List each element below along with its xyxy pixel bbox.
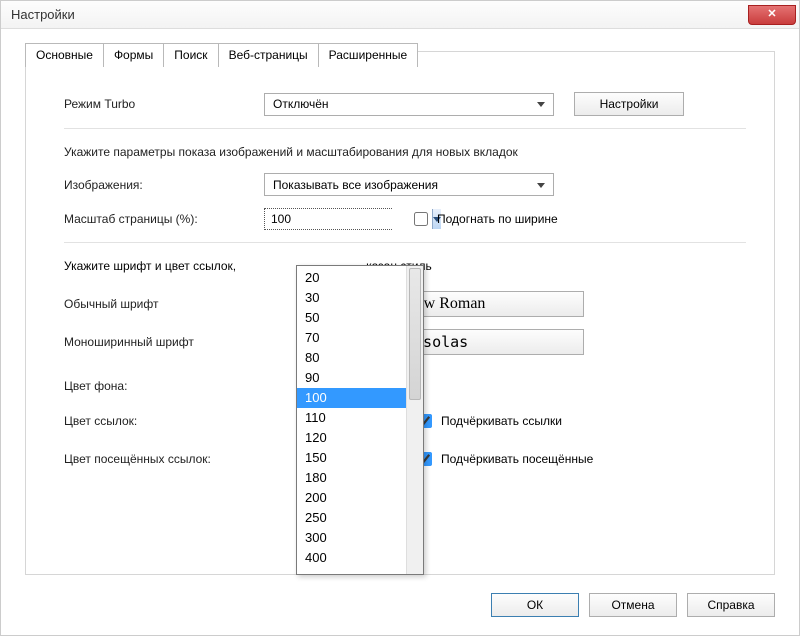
ok-button[interactable]: ОК — [491, 593, 579, 617]
fonts-note: Укажите шрифт и цвет ссылок, — [64, 259, 236, 273]
scrollbar[interactable] — [406, 266, 423, 574]
divider — [64, 128, 746, 129]
close-icon: ✕ — [767, 9, 776, 20]
underline-visited-label: Подчёркивать посещённые — [441, 452, 593, 466]
images-select[interactable]: Показывать все изображения — [264, 173, 554, 196]
underline-links-label: Подчёркивать ссылки — [441, 414, 562, 428]
images-note: Укажите параметры показа изображений и м… — [64, 145, 746, 159]
underline-visited-checkbox[interactable]: Подчёркивать посещённые — [414, 449, 593, 469]
settings-window: Настройки ✕ Основные Формы Поиск Веб-стр… — [0, 0, 800, 636]
close-button[interactable]: ✕ — [748, 5, 796, 25]
zoom-option[interactable]: 120 — [297, 428, 406, 448]
tab-main[interactable]: Основные — [25, 43, 104, 67]
fit-width-label: Подогнать по ширине — [437, 212, 558, 226]
tab-webpages[interactable]: Веб-страницы — [218, 43, 319, 67]
zoom-option-selected[interactable]: 100 — [297, 388, 406, 408]
images-label: Изображения: — [64, 178, 264, 192]
images-value: Показывать все изображения — [273, 178, 438, 192]
turbo-label: Режим Turbo — [64, 97, 264, 111]
zoom-option[interactable]: 300 — [297, 528, 406, 548]
titlebar: Настройки ✕ — [1, 1, 799, 29]
window-title: Настройки — [11, 7, 75, 22]
zoom-option[interactable]: 150 — [297, 448, 406, 468]
underline-links-checkbox[interactable]: Подчёркивать ссылки — [414, 411, 562, 431]
zoom-option[interactable]: 20 — [297, 268, 406, 288]
zoom-option[interactable]: 400 — [297, 548, 406, 568]
zoom-option[interactable]: 50 — [297, 308, 406, 328]
mono-font-label: Моноширинный шрифт — [64, 335, 264, 349]
fit-width-input[interactable] — [414, 212, 428, 226]
bg-color-label: Цвет фона: — [64, 379, 264, 393]
visited-color-label: Цвет посещённых ссылок: — [64, 452, 284, 466]
links-color-label: Цвет ссылок: — [64, 414, 264, 428]
zoom-option[interactable]: 180 — [297, 468, 406, 488]
tab-advanced[interactable]: Расширенные — [318, 43, 419, 67]
zoom-input[interactable] — [265, 209, 432, 229]
zoom-option[interactable]: 30 — [297, 288, 406, 308]
scrollbar-thumb[interactable] — [409, 268, 421, 400]
zoom-option[interactable]: 110 — [297, 408, 406, 428]
divider — [64, 242, 746, 243]
chevron-down-icon — [533, 174, 549, 195]
chevron-down-icon — [533, 94, 549, 115]
zoom-option[interactable]: 70 — [297, 328, 406, 348]
tab-search[interactable]: Поиск — [163, 43, 218, 67]
dialog-buttons: ОК Отмена Справка — [491, 593, 775, 617]
zoom-option[interactable]: 80 — [297, 348, 406, 368]
zoom-options: 20 30 50 70 80 90 100 110 120 150 180 20… — [297, 266, 406, 574]
fit-width-checkbox[interactable]: Подогнать по ширине — [410, 209, 558, 229]
turbo-value: Отключён — [273, 97, 329, 111]
zoom-option[interactable]: 250 — [297, 508, 406, 528]
normal-font-label: Обычный шрифт — [64, 297, 264, 311]
help-button[interactable]: Справка — [687, 593, 775, 617]
turbo-select[interactable]: Отключён — [264, 93, 554, 116]
cancel-button[interactable]: Отмена — [589, 593, 677, 617]
zoom-label: Масштаб страницы (%): — [64, 212, 264, 226]
zoom-dropdown-list[interactable]: 20 30 50 70 80 90 100 110 120 150 180 20… — [296, 265, 424, 575]
zoom-option[interactable]: 200 — [297, 488, 406, 508]
tab-strip: Основные Формы Поиск Веб-страницы Расшир… — [25, 43, 417, 67]
tab-forms[interactable]: Формы — [103, 43, 164, 67]
turbo-settings-button[interactable]: Настройки — [574, 92, 684, 116]
zoom-combobox[interactable] — [264, 208, 392, 230]
zoom-option[interactable]: 90 — [297, 368, 406, 388]
